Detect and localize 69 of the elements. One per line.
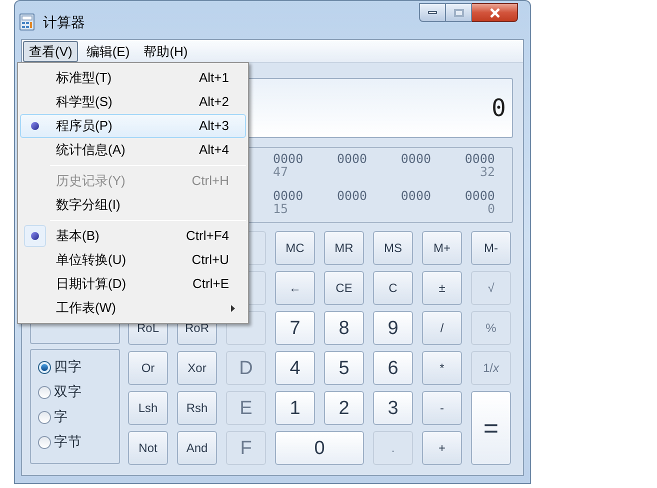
display-value: 0 xyxy=(492,93,506,124)
close-button[interactable] xyxy=(472,3,518,22)
key-button[interactable]: * xyxy=(422,351,462,385)
maximize-button[interactable] xyxy=(446,3,472,22)
bit-group: 0000 xyxy=(400,152,432,165)
key-button[interactable]: And xyxy=(177,431,217,465)
window-title: 计算器 xyxy=(43,13,85,32)
minimize-button[interactable] xyxy=(419,3,446,22)
menu-bar-item[interactable]: 编辑(E) xyxy=(80,40,136,62)
key-button[interactable]: 5 xyxy=(324,351,364,385)
menu-bar-item[interactable]: 查看(V) xyxy=(23,40,78,62)
menu-bar-item[interactable]: 帮助(H) xyxy=(138,40,194,62)
key-button[interactable]: 3 xyxy=(373,391,413,425)
key-button[interactable]: 1 xyxy=(275,391,315,425)
menu-item[interactable]: 日期计算(D) Ctrl+E xyxy=(20,272,246,296)
radio-button[interactable] xyxy=(38,436,51,448)
key-button[interactable]: Not xyxy=(128,431,168,465)
menu-item[interactable]: 单位转换(U) Ctrl+U xyxy=(20,248,246,272)
radio-label: 四字 xyxy=(54,358,82,376)
key-button[interactable]: 6 xyxy=(373,351,413,385)
bit-group: 0000 xyxy=(464,152,495,165)
close-icon xyxy=(488,8,500,18)
key-button[interactable]: MR xyxy=(324,231,364,265)
radio-label: 字节 xyxy=(54,432,82,451)
menu-item[interactable]: 程序员(P) Alt+3 xyxy=(20,114,246,138)
radio-button[interactable] xyxy=(38,386,51,398)
key-button[interactable]: 7 xyxy=(275,311,315,345)
bit-position-label: 15 xyxy=(273,202,288,215)
key-button[interactable]: = xyxy=(471,391,511,465)
key-button[interactable]: / xyxy=(422,311,462,345)
bit-position-label: 47 xyxy=(273,165,288,178)
bit-position-label: 32 xyxy=(480,165,495,178)
key-button[interactable]: MC xyxy=(275,231,315,265)
key-button[interactable]: M- xyxy=(471,231,511,265)
radio-label: 字 xyxy=(54,408,68,426)
key-button[interactable]: Lsh xyxy=(128,391,168,425)
key-button[interactable]: Or xyxy=(128,351,168,385)
bit-group: 0000 xyxy=(273,189,304,202)
key-button[interactable]: CE xyxy=(324,271,364,305)
key-button[interactable]: Rsh xyxy=(177,391,217,425)
key-button[interactable]: 0 xyxy=(275,431,364,465)
key-button[interactable]: - xyxy=(422,391,462,425)
bit-group: 0000 xyxy=(400,189,432,202)
key-button[interactable]: 2 xyxy=(324,391,364,425)
key-button[interactable]: 9 xyxy=(373,311,413,345)
key-button[interactable]: ± xyxy=(422,271,462,305)
key-button[interactable]: MS xyxy=(373,231,413,265)
radio-button[interactable] xyxy=(38,410,51,424)
bit-group: 0000 xyxy=(336,189,368,202)
menu-item[interactable]: 标准型(T) Alt+1 xyxy=(20,66,246,90)
submenu-arrow-icon xyxy=(231,304,235,312)
bit-group: 0000 xyxy=(336,152,368,165)
menu-item[interactable]: 基本(B) Ctrl+F4 xyxy=(20,224,246,248)
menu-item[interactable]: 统计信息(A) Alt+4 xyxy=(20,138,246,162)
radio-button[interactable] xyxy=(38,360,51,374)
bit-group: 0000 xyxy=(273,152,304,165)
key-button[interactable]: Xor xyxy=(177,351,217,385)
key-button[interactable]: C xyxy=(373,271,413,305)
bit-group: 0000 xyxy=(464,189,495,202)
menu-item[interactable]: 科学型(S) Alt+2 xyxy=(20,90,246,114)
key-button[interactable]: ← xyxy=(275,271,315,305)
key-button[interactable]: 4 xyxy=(275,351,315,385)
key-button[interactable]: M+ xyxy=(422,231,462,265)
menu-item[interactable]: 数字分组(I) xyxy=(20,193,246,217)
bit-position-label: 0 xyxy=(487,202,495,215)
key-button[interactable]: 8 xyxy=(324,311,364,345)
calculator-icon xyxy=(19,13,35,31)
key-button[interactable]: + xyxy=(422,431,462,465)
radio-label: 双字 xyxy=(54,382,82,401)
